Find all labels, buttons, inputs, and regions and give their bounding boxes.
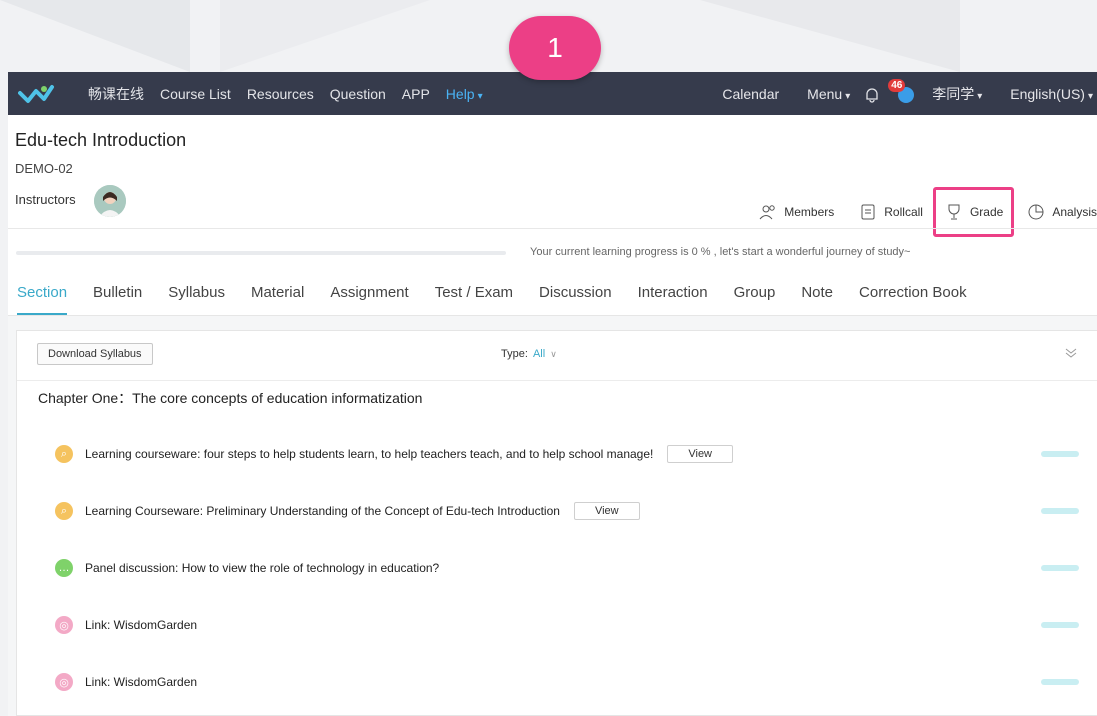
list-item-title[interactable]: Panel discussion: How to view the role o… [85,561,439,575]
type-filter-value: All [532,348,546,360]
tab-correction-book[interactable]: Correction Book [850,283,976,315]
members-button[interactable]: Members [758,202,834,222]
chevron-down-icon: ▾ [1087,90,1093,102]
chat-bubble-icon: … [55,559,73,577]
tab-interaction[interactable]: Interaction [629,283,717,315]
background-shape [700,0,960,72]
language-select[interactable]: English(US) ▾ [996,86,1093,102]
grade-label: Grade [969,205,1004,219]
progress-bar [16,251,506,255]
download-syllabus-button[interactable]: Download Syllabus [37,343,153,365]
nav-menu[interactable]: Menu ▾ [793,86,850,102]
members-icon [759,205,775,220]
nav-site-name[interactable]: 畅课在线 [88,84,144,104]
analysis-label: Analysis [1052,205,1097,219]
language-label: English(US) [1010,85,1085,102]
course-panel: Edu-tech Introduction DEMO-02 Instructor… [8,115,1097,716]
item-progress-indicator [1041,508,1079,514]
paperclip-icon: ⌕ [55,445,73,463]
tab-discussion[interactable]: Discussion [530,283,621,315]
background-shape [0,0,190,72]
nav-resources[interactable]: Resources [247,86,314,102]
rollcall-icon [861,204,875,220]
nav-menu-label: Menu [807,85,843,102]
course-actions: Members Rollcall Grade Analysis [734,187,1097,237]
rollcall-label: Rollcall [884,205,923,219]
nav-course-list[interactable]: Course List [160,86,231,102]
nav-help[interactable]: Help ▾ [446,86,483,102]
list-item-title[interactable]: Link: WisdomGarden [85,618,197,632]
pie-chart-icon [1028,204,1044,220]
list-item[interactable]: ⌕ Learning Courseware: Preliminary Unders… [55,500,1085,522]
tab-bulletin[interactable]: Bulletin [84,283,151,315]
progress-text: Your current learning progress is 0 % , … [530,246,911,258]
nav-app[interactable]: APP [402,86,430,102]
analysis-button[interactable]: Analysis [1026,202,1097,222]
content-area: Download Syllabus Type: All ∨ Chapter On… [8,316,1097,716]
tab-material[interactable]: Material [242,283,313,315]
instructor-avatar[interactable] [94,185,126,217]
list-item[interactable]: ◎ Link: WisdomGarden [55,614,1085,636]
tab-assignment[interactable]: Assignment [321,283,417,315]
divider [8,228,1097,229]
paperclip-icon: ⌕ [55,502,73,520]
list-item[interactable]: ⌕ Learning courseware: four steps to help… [55,443,1085,465]
chevron-down-icon: ▾ [845,90,851,102]
course-title: Edu-tech Introduction [15,130,187,150]
view-button[interactable]: View [667,445,734,463]
chapter-title: Chapter One：The core concepts of educati… [38,390,423,406]
chevron-down-icon: ▾ [477,90,483,102]
username: 李同学 [932,85,975,102]
tab-syllabus[interactable]: Syllabus [159,283,234,315]
background-shape [220,0,430,72]
grade-button[interactable]: Grade [932,187,1015,237]
nav-question[interactable]: Question [330,86,386,102]
rollcall-button[interactable]: Rollcall [858,202,923,222]
members-label: Members [784,205,835,219]
chevron-down-icon: ∨ [550,349,557,359]
globe-icon: ◎ [55,616,73,634]
item-progress-indicator [1041,451,1079,457]
collapse-all-icon[interactable] [1063,345,1079,361]
list-item-title[interactable]: Link: WisdomGarden [85,675,197,689]
globe-icon: ◎ [55,673,73,691]
nav-help-label: Help [445,85,475,102]
logo-icon[interactable] [18,81,64,107]
type-filter-label: Type: [501,348,528,360]
notification-badge: 46 [888,78,906,92]
item-progress-indicator [1041,565,1079,571]
chevron-down-icon: ▾ [977,90,983,102]
course-code: DEMO-02 [15,161,73,176]
tab-group[interactable]: Group [725,283,785,315]
list-item[interactable]: … Panel discussion: How to view the role … [55,557,1085,579]
tab-section[interactable]: Section [8,283,76,315]
section-card: Download Syllabus Type: All ∨ Chapter On… [16,330,1097,716]
nav-right: Calendar Menu ▾ 46 李同学 ▾ English(US) ▾ [708,78,1093,104]
item-progress-indicator [1041,679,1079,685]
list-item-title[interactable]: Learning Courseware: Preliminary Underst… [85,504,560,518]
instructors-label: Instructors [15,192,76,207]
item-progress-indicator [1041,622,1079,628]
course-tabs: Section Bulletin Syllabus Material Assignmen… [8,283,984,315]
list-item[interactable]: ◎ Link: WisdomGarden [55,671,1085,693]
nav-calendar[interactable]: Calendar [722,86,779,102]
type-filter[interactable]: Type: All ∨ [501,348,557,360]
tab-note[interactable]: Note [792,283,842,315]
step-badge: 1 [509,16,601,80]
nav-links: 畅课在线 Course List Resources Question APP … [88,84,499,104]
section-toolbar: Download Syllabus Type: All ∨ [17,331,1097,381]
list-item-title[interactable]: Learning courseware: four steps to help … [85,447,653,461]
tab-test-exam[interactable]: Test / Exam [426,283,522,315]
bell-icon[interactable]: 46 [864,78,906,103]
trophy-icon [948,204,960,220]
view-button[interactable]: View [573,502,640,520]
